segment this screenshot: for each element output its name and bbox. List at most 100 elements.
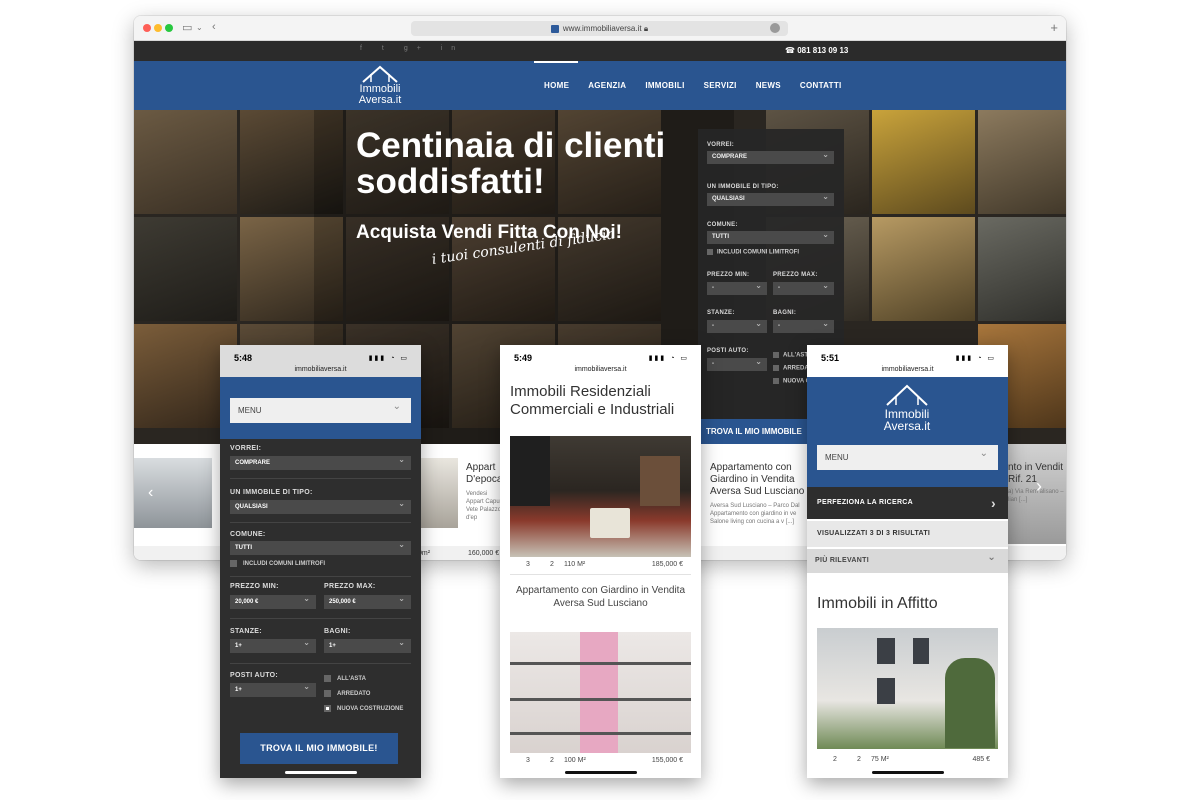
listing-photo[interactable] bbox=[817, 628, 998, 749]
posti-select[interactable]: 1+ bbox=[230, 680, 316, 697]
checkbox-box[interactable] bbox=[707, 249, 713, 255]
chevron-down-icon[interactable]: ⌄ bbox=[196, 23, 203, 32]
listing-title[interactable]: Appartamento con Giardino in Vendita Ave… bbox=[510, 584, 691, 610]
prezzo-max-label: PREZZO MAX: bbox=[324, 583, 376, 590]
twitter-icon[interactable]: t bbox=[382, 45, 393, 52]
arredato-checkbox[interactable]: ARREDA bbox=[773, 365, 809, 372]
bagni-select[interactable]: 1+ bbox=[324, 636, 411, 653]
mobile-menu-select[interactable]: MENU bbox=[817, 441, 998, 470]
comune-select[interactable]: TUTTI bbox=[707, 228, 834, 244]
listing-price: 160,000 € bbox=[468, 550, 500, 557]
divider bbox=[230, 618, 411, 619]
asta-checkbox[interactable]: ALL'ASTA bbox=[324, 675, 366, 682]
tree bbox=[945, 658, 995, 748]
building-window bbox=[913, 638, 929, 664]
checkbox-box[interactable] bbox=[773, 365, 779, 371]
checkbox-box[interactable] bbox=[773, 352, 779, 358]
tipo-label: UN IMMOBILE DI TIPO: bbox=[230, 489, 313, 496]
checkbox-box[interactable] bbox=[230, 560, 237, 567]
comune-select[interactable]: TUTTI bbox=[230, 538, 411, 555]
site-topbar: f t g+ in ☎ 081 813 09 13 bbox=[134, 41, 1066, 61]
refine-search-label: PERFEZIONA LA RICERCA bbox=[817, 499, 914, 506]
prev-arrow-icon[interactable]: ‹ bbox=[148, 484, 153, 502]
linkedin-icon[interactable]: in bbox=[441, 45, 464, 52]
nav-news[interactable]: NEWS bbox=[756, 81, 781, 90]
sort-select[interactable]: PIÙ RILEVANTI ⌄ bbox=[807, 549, 1008, 573]
search-submit-button[interactable]: TROVA IL MIO IMMOBILE! bbox=[240, 733, 398, 764]
listing-thumbnail[interactable] bbox=[420, 458, 458, 528]
balcony-rail bbox=[510, 698, 691, 701]
zoom-window-button[interactable] bbox=[165, 24, 173, 32]
listing-photo[interactable] bbox=[510, 436, 691, 557]
divider bbox=[230, 576, 411, 577]
nav-servizi[interactable]: SERVIZI bbox=[704, 81, 737, 90]
checkbox-checked-box[interactable] bbox=[324, 705, 331, 712]
bagni-select[interactable]: - bbox=[773, 317, 834, 333]
nav-home[interactable]: HOME bbox=[544, 81, 569, 90]
limitrofi-checkbox[interactable]: INCLUDI COMUNI LIMITROFI bbox=[707, 249, 799, 256]
vorrei-select[interactable]: COMPRARE bbox=[230, 453, 411, 470]
stanze-select[interactable]: 1+ bbox=[230, 636, 316, 653]
prezzo-max-select[interactable]: 250,000 € bbox=[324, 592, 411, 609]
vorrei-select[interactable]: COMPRARE bbox=[707, 148, 834, 164]
new-tab-icon[interactable]: + bbox=[1050, 20, 1058, 35]
phone-number[interactable]: ☎ 081 813 09 13 bbox=[785, 46, 848, 55]
arredato-checkbox[interactable]: ARREDATO bbox=[324, 690, 370, 697]
next-arrow-icon[interactable]: › bbox=[1036, 476, 1042, 497]
close-window-button[interactable] bbox=[143, 24, 151, 32]
listing-rooms: 3 bbox=[526, 561, 530, 568]
mobile-menu-select[interactable]: MENU bbox=[230, 394, 411, 423]
facebook-icon[interactable]: f bbox=[360, 45, 371, 52]
prezzo-min-select[interactable]: - bbox=[707, 279, 767, 295]
listing-thumbnail[interactable] bbox=[134, 458, 212, 528]
posti-label: POSTI AUTO: bbox=[230, 672, 279, 679]
nav-immobili[interactable]: IMMOBILI bbox=[645, 81, 684, 90]
status-bar: 5:48 ▮▮▮ ◔ ▭ immobiliaversa.it bbox=[220, 345, 421, 377]
tipo-select[interactable]: QUALSIASI bbox=[707, 190, 834, 206]
mobile-navbar: Immobili Aversa.it MENU bbox=[807, 377, 1008, 487]
stanze-select[interactable]: - bbox=[707, 317, 767, 333]
tipo-select[interactable]: QUALSIASI bbox=[230, 497, 411, 514]
refine-search-button[interactable]: PERFEZIONA LA RICERCA › bbox=[807, 487, 1008, 519]
listing-photo[interactable] bbox=[510, 632, 691, 753]
prezzo-min-label: PREZZO MIN: bbox=[230, 583, 279, 590]
mobile-url[interactable]: immobiliaversa.it bbox=[807, 366, 1008, 373]
phone-search-form: 5:48 ▮▮▮ ◔ ▭ immobiliaversa.it MENU VORR… bbox=[220, 345, 421, 778]
nav-contatti[interactable]: CONTATTI bbox=[800, 81, 842, 90]
listing-price: 155,000 € bbox=[651, 757, 683, 764]
checkbox-box[interactable] bbox=[773, 378, 779, 384]
chevron-down-icon: ⌄ bbox=[987, 552, 996, 563]
bagni-label: BAGNI: bbox=[773, 310, 797, 316]
nav-agenzia[interactable]: AGENZIA bbox=[588, 81, 626, 90]
listing-meta: 3 2 100 M² 155,000 € bbox=[510, 753, 691, 771]
nuova-checkbox[interactable]: NUOVA COSTRUZIONE bbox=[324, 705, 403, 712]
mobile-url[interactable]: immobiliaversa.it bbox=[500, 366, 701, 373]
listing-title[interactable]: Appartamento con Giardino in Vendita Ave… bbox=[710, 462, 806, 498]
back-icon[interactable]: ‹ bbox=[212, 21, 216, 33]
checkbox-box[interactable] bbox=[324, 690, 331, 697]
minimize-window-button[interactable] bbox=[154, 24, 162, 32]
site-logo[interactable]: Immobili Aversa.it bbox=[356, 64, 404, 108]
status-bar: 5:49 ▮▮▮ ◔ ▭ immobiliaversa.it bbox=[500, 345, 701, 377]
limitrofi-checkbox[interactable]: INCLUDI COMUNI LIMITROFI bbox=[230, 560, 325, 567]
house-roof-icon bbox=[362, 65, 398, 83]
google-plus-icon[interactable]: g+ bbox=[404, 45, 430, 52]
arredato-label: ARREDA bbox=[783, 365, 809, 372]
posti-select[interactable]: - bbox=[707, 355, 767, 371]
listing-meta: 3 2 110 M² 185,000 € bbox=[510, 557, 691, 575]
sidebar-icon[interactable]: ▭ bbox=[182, 21, 192, 34]
results-count: VISUALIZZATI 3 DI 3 RISULTATI bbox=[807, 521, 1008, 547]
listing-baths: 2 bbox=[550, 561, 554, 568]
site-navbar: Immobili Aversa.it HOME AGENZIA IMMOBILI… bbox=[134, 61, 1066, 110]
checkbox-box[interactable] bbox=[324, 675, 331, 682]
listing-area: 75 M² bbox=[871, 756, 889, 763]
listing-rooms: 3 bbox=[526, 757, 530, 764]
lock-icon: 🔒︎ bbox=[643, 24, 649, 33]
signal-wifi-battery-icon: ▮▮▮ ◔ ▭ bbox=[648, 355, 689, 362]
site-logo[interactable]: Immobili Aversa.it bbox=[879, 383, 935, 433]
prezzo-max-select[interactable]: - bbox=[773, 279, 834, 295]
reload-icon[interactable] bbox=[770, 23, 780, 33]
mobile-url[interactable]: immobiliaversa.it bbox=[220, 366, 421, 373]
prezzo-min-select[interactable]: 20,000 € bbox=[230, 592, 316, 609]
address-bar[interactable]: www.immobiliaversa.it 🔒︎ bbox=[411, 21, 788, 36]
